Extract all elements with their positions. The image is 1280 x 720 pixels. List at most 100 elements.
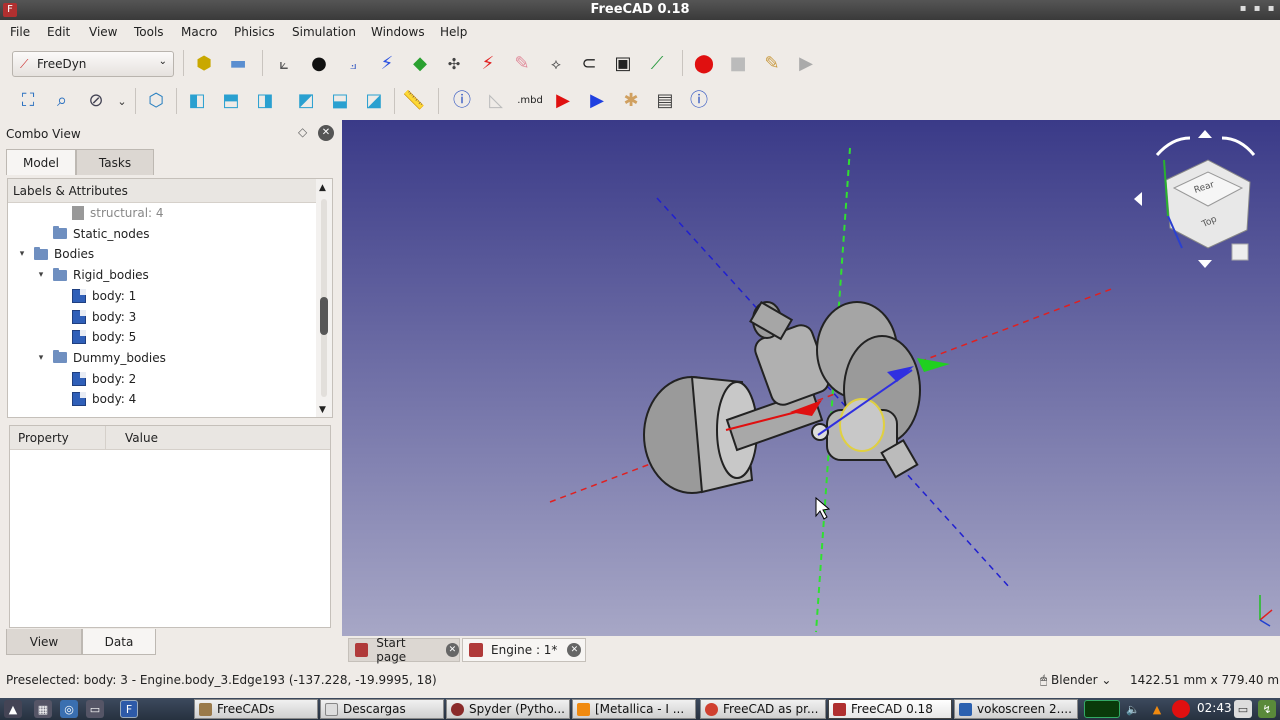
measure-icon[interactable]: 📏 <box>402 89 426 113</box>
mbd-button[interactable]: .mbd <box>514 89 546 113</box>
menu-windows[interactable]: Windows <box>371 25 425 39</box>
fit-selection-icon[interactable]: ⌕ <box>50 89 74 113</box>
run-blue-icon[interactable]: ▶ <box>585 89 609 113</box>
stop-icon[interactable]: ■ <box>726 52 750 76</box>
tree-item[interactable]: Static_nodes <box>35 224 150 244</box>
vlc-tray-icon[interactable]: ▲ <box>1148 700 1166 718</box>
tree-item[interactable]: body: 2 <box>54 369 136 389</box>
expand-arrow-icon[interactable]: ▾ <box>35 270 47 280</box>
draw-style-icon[interactable]: ⊘ <box>84 89 108 113</box>
start-menu-icon[interactable]: ▲ <box>4 700 22 718</box>
navcube-menu-icon[interactable] <box>1231 243 1249 261</box>
pink-link-icon[interactable]: ✎ <box>510 52 534 76</box>
left-view-icon[interactable]: ◪ <box>362 89 386 113</box>
open-folder-icon[interactable]: ▬ <box>226 52 250 76</box>
scroll-up-icon[interactable]: ▲ <box>319 183 326 193</box>
taskbar-button-spyder[interactable]: Spyder (Pytho... <box>446 699 570 719</box>
maximize-button[interactable]: ▪ <box>1251 3 1263 15</box>
close-window-button[interactable]: ▪ <box>1265 3 1277 15</box>
close-tab-icon[interactable]: ✕ <box>567 643 582 657</box>
taskbar-button-metallica[interactable]: [Metallica - I ... <box>572 699 696 719</box>
play-macro-icon[interactable]: ▶ <box>794 52 818 76</box>
engine-model[interactable] <box>643 300 921 494</box>
expand-arrow-icon[interactable]: ▾ <box>16 249 28 259</box>
close-icon[interactable]: ✕ <box>318 125 334 141</box>
navcube-left-arrow-icon[interactable] <box>1134 192 1142 206</box>
tab-start-page[interactable]: Start page ✕ <box>348 636 460 664</box>
tree-item[interactable]: body: 4 <box>54 389 136 409</box>
node-cross-icon[interactable]: ✣ <box>442 52 466 76</box>
run-red-icon[interactable]: ▶ <box>551 89 575 113</box>
tray-window-icon[interactable]: ▭ <box>1234 700 1252 718</box>
close-tab-icon[interactable]: ✕ <box>445 643 459 657</box>
wand-icon[interactable]: ⟋ <box>645 52 669 76</box>
part-icon[interactable]: ⬢ <box>192 52 216 76</box>
tree-item[interactable]: body: 1 <box>54 286 136 306</box>
front-view-icon[interactable]: ◧ <box>185 89 209 113</box>
model-tree[interactable]: Labels & Attributes structural: 4 Static_… <box>7 178 333 418</box>
3d-viewport[interactable]: Rear Top <box>342 120 1280 636</box>
taskbar-button-freecad-active[interactable]: FreeCAD 0.18 <box>828 699 952 719</box>
info-icon[interactable]: ⓘ <box>687 89 711 113</box>
tree-item[interactable]: ▾ Bodies <box>16 244 94 264</box>
tree-scrollbar[interactable]: ▲ ▼ <box>316 179 332 417</box>
tree-item[interactable]: body: 3 <box>54 307 136 327</box>
menu-help[interactable]: Help <box>440 25 467 39</box>
menu-file[interactable]: File <box>10 25 30 39</box>
apple-body-icon[interactable]: ● <box>307 52 331 76</box>
clamp-icon[interactable]: ⊂ <box>577 52 601 76</box>
edit-macro-icon[interactable]: ✎ <box>760 52 784 76</box>
navigation-cube[interactable]: Rear Top <box>1134 130 1256 268</box>
menu-tools[interactable]: Tools <box>134 25 164 39</box>
tab-model[interactable]: Model <box>6 149 76 175</box>
triangle-icon[interactable]: ◺ <box>484 89 508 113</box>
isometric-view-icon[interactable]: ⬡ <box>144 89 168 113</box>
tab-data[interactable]: Data <box>82 629 156 655</box>
tree-item[interactable]: ▾ Dummy_bodies <box>35 348 166 368</box>
calculator-launcher-icon[interactable]: ▦ <box>34 700 52 718</box>
menu-simulation[interactable]: Simulation <box>292 25 356 39</box>
info-icon[interactable]: ⓘ <box>450 89 474 113</box>
red-lightning-icon[interactable]: ⚡ <box>476 52 500 76</box>
rear-view-icon[interactable]: ◩ <box>294 89 318 113</box>
tree-item[interactable]: body: 5 <box>54 327 136 347</box>
tree-item[interactable]: ▾ Rigid_bodies <box>35 265 149 285</box>
green-joint-icon[interactable]: ◆ <box>408 52 432 76</box>
top-view-icon[interactable]: ⬒ <box>219 89 243 113</box>
node-icon[interactable]: ⟓ <box>341 52 365 76</box>
property-view[interactable]: Property Value <box>9 425 331 628</box>
tree-item[interactable]: structural: 4 <box>54 203 164 223</box>
tools-icon[interactable]: ✱ <box>619 89 643 113</box>
volume-icon[interactable]: 🔈 <box>1124 700 1142 718</box>
graph-icon[interactable]: ⟡ <box>544 52 568 76</box>
calculator-icon[interactable]: ▤ <box>653 89 677 113</box>
scroll-down-icon[interactable]: ▼ <box>319 405 326 415</box>
minimize-button[interactable]: ▪ <box>1237 3 1249 15</box>
freecad-launcher-icon[interactable]: F <box>120 700 138 718</box>
tray-app-icon[interactable]: ↯ <box>1258 700 1276 718</box>
menu-phisics[interactable]: Phisics <box>234 25 275 39</box>
record-icon[interactable]: ⬤ <box>692 52 716 76</box>
taskbar-button-freecad-browser[interactable]: FreeCAD as pr... <box>700 699 826 719</box>
tab-tasks[interactable]: Tasks <box>76 149 154 175</box>
right-view-icon[interactable]: ◨ <box>253 89 277 113</box>
chevron-down-icon[interactable]: ⌄ <box>110 89 134 113</box>
menu-macro[interactable]: Macro <box>181 25 217 39</box>
lightning-icon[interactable]: ⚡ <box>375 52 399 76</box>
axes-icon[interactable]: ⟀ <box>272 52 296 76</box>
navcube-rotate-left-icon[interactable] <box>1155 136 1191 157</box>
expand-arrow-icon[interactable]: ▾ <box>35 353 47 363</box>
menu-edit[interactable]: Edit <box>47 25 70 39</box>
navcube-up-arrow-icon[interactable] <box>1198 130 1212 138</box>
scroll-thumb[interactable] <box>320 297 328 335</box>
motor-icon[interactable]: ▣ <box>611 52 635 76</box>
navigation-style-selector[interactable]: 🖱 Blender ⌄ <box>1040 673 1111 688</box>
3d-scene[interactable]: Rear Top <box>342 120 1280 636</box>
navcube-down-arrow-icon[interactable] <box>1198 260 1212 268</box>
browser-launcher-icon[interactable]: ◎ <box>60 700 78 718</box>
show-desktop-icon[interactable]: ▭ <box>86 700 104 718</box>
float-panel-icon[interactable]: ◇ <box>298 125 307 139</box>
workbench-selector[interactable]: ⟋ FreeDyn ⌄ <box>12 51 174 77</box>
bottom-view-icon[interactable]: ⬓ <box>328 89 352 113</box>
menu-view[interactable]: View <box>89 25 117 39</box>
